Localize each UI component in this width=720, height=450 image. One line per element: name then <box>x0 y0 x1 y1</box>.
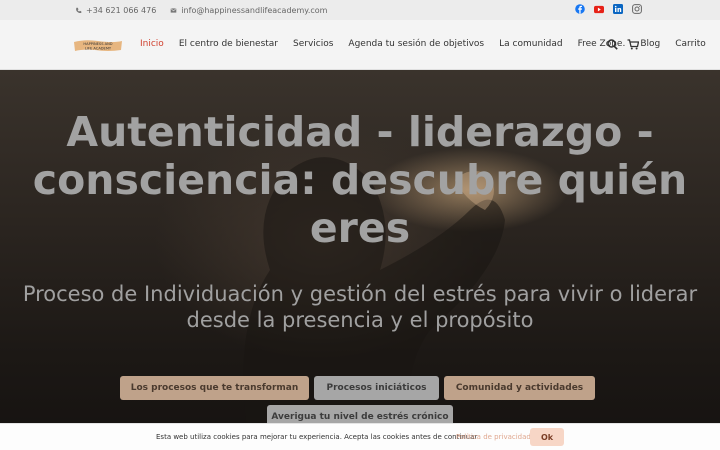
cart-icon[interactable] <box>627 39 639 50</box>
site-header: HAPPINESS AND LIFE ACADEMY Inicio El cen… <box>0 20 720 70</box>
cookie-ok-button[interactable]: Ok <box>530 428 564 446</box>
nav-item-blog[interactable]: Blog <box>640 39 660 49</box>
nav-item-carrito[interactable]: Carrito <box>675 39 706 49</box>
nav-item-inicio[interactable]: Inicio <box>140 39 164 49</box>
phone-contact[interactable]: +34 621 066 476 <box>75 6 156 15</box>
youtube-icon[interactable] <box>594 4 604 14</box>
phone-icon <box>76 7 82 13</box>
social-links <box>575 4 642 14</box>
email-address: info@happinessandlifeacademy.com <box>181 5 328 15</box>
comunidad-actividades-button[interactable]: Comunidad y actividades <box>444 376 595 400</box>
envelope-icon <box>170 7 177 13</box>
hero-title: Autenticidad - liderazgo - consciencia: … <box>32 108 688 252</box>
svg-text:LIFE ACADEMY: LIFE ACADEMY <box>85 47 112 51</box>
nav-item-centro-bienestar[interactable]: El centro de bienestar <box>179 39 278 49</box>
nav-item-free-zone[interactable]: Free Zone. <box>578 39 626 49</box>
svg-text:HAPPINESS AND: HAPPINESS AND <box>83 42 112 46</box>
hero-subtitle: Proceso de Individuación y gestión del e… <box>22 282 698 332</box>
email-contact[interactable]: info@happinessandlifeacademy.com <box>170 6 327 15</box>
nav-item-agenda[interactable]: Agenda tu sesión de objetivos <box>348 39 484 49</box>
privacy-policy-link[interactable]: Política de privacidad <box>456 433 531 441</box>
nav-item-servicios[interactable]: Servicios <box>293 39 333 49</box>
cookie-message: Esta web utiliza cookies para mejorar tu… <box>156 433 478 441</box>
cookie-banner: Esta web utiliza cookies para mejorar tu… <box>0 423 720 450</box>
site-logo[interactable]: HAPPINESS AND LIFE ACADEMY <box>73 38 123 52</box>
linkedin-icon[interactable] <box>613 4 623 14</box>
hero-section: Autenticidad - liderazgo - consciencia: … <box>0 70 720 450</box>
nav-item-comunidad[interactable]: La comunidad <box>499 39 562 49</box>
procesos-transforman-button[interactable]: Los procesos que te transforman <box>120 376 309 400</box>
search-icon[interactable] <box>607 39 618 50</box>
instagram-icon[interactable] <box>632 4 642 14</box>
phone-number: +34 621 066 476 <box>86 5 157 15</box>
procesos-iniciaticos-button[interactable]: Procesos iniciáticos <box>314 376 439 400</box>
facebook-icon[interactable] <box>575 4 585 14</box>
top-bar: +34 621 066 476 info@happinessandlifeaca… <box>0 0 720 20</box>
